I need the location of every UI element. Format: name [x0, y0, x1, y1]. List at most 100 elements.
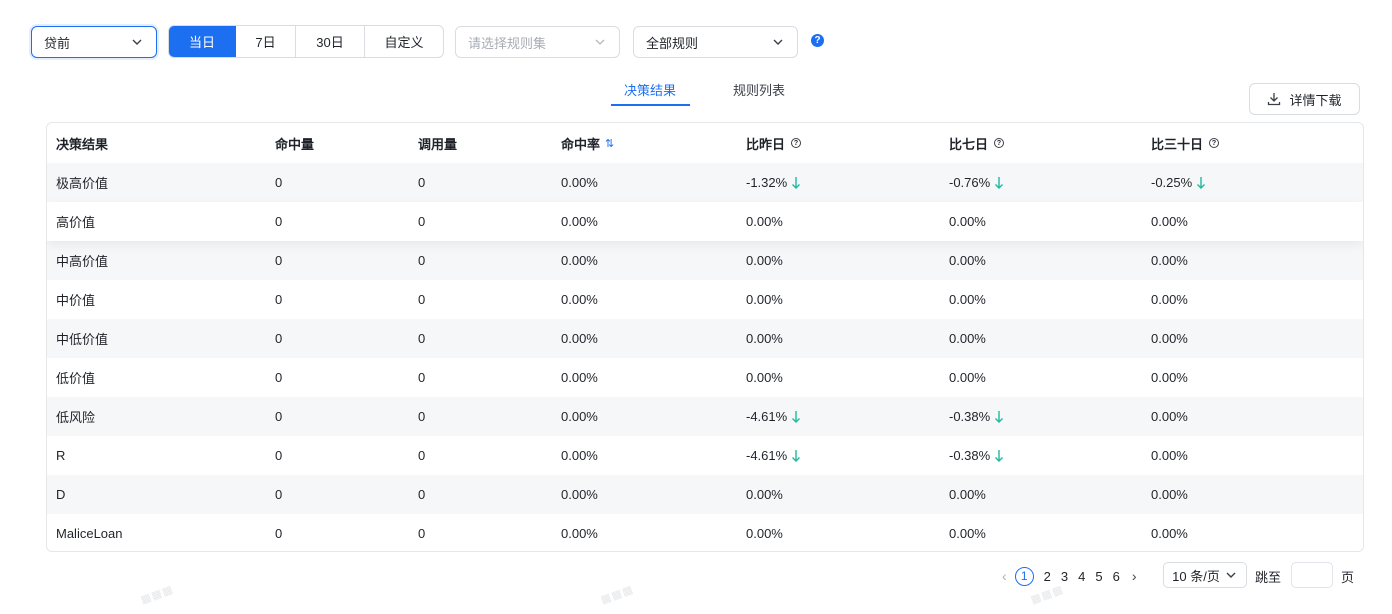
table-cell-value: -1.32%	[746, 175, 788, 190]
table-row: 高价值 0 0 0.00% 0.00% 0.00% 0.00%	[47, 202, 1363, 241]
table-cell: -4.61%	[746, 436, 801, 475]
rule-select-value: 全部规则	[646, 35, 699, 51]
table-cell-value: 0.00%	[949, 214, 986, 229]
arrow-down-icon	[791, 449, 801, 463]
table-cell: 0.00%	[949, 241, 986, 280]
table-cell-value: 0.00%	[1151, 448, 1188, 463]
table-cell: 0.00%	[561, 202, 598, 241]
table-cell-value: 中低价值	[56, 332, 109, 347]
table-cell-value: 0.00%	[561, 526, 598, 541]
table-cell-value: 高价值	[56, 215, 96, 230]
chevron-down-icon	[593, 35, 607, 49]
tab-rule-list[interactable]: 规则列表	[733, 80, 785, 99]
table-cell: 中价值	[56, 280, 95, 319]
arrow-down-icon	[994, 410, 1004, 424]
download-details-button[interactable]: 详情下载	[1249, 83, 1360, 115]
table-cell: 0	[275, 514, 282, 551]
date-range-today[interactable]: 当日	[169, 26, 236, 57]
table-row: 极高价值 0 0 0.00% -1.32% -0.76% -0.25%	[47, 163, 1363, 202]
table-cell-value: 0.00%	[949, 526, 986, 541]
stage-select[interactable]: 贷前	[31, 26, 157, 58]
table-cell-value: -0.25%	[1151, 175, 1193, 190]
table-cell-value: 0.00%	[561, 409, 598, 424]
chevron-left-icon[interactable]: ‹	[1002, 568, 1007, 584]
table-cell-value: 中价值	[56, 293, 96, 308]
table-cell-value: 0.00%	[1151, 526, 1188, 541]
table-cell-value: 0.00%	[561, 214, 598, 229]
tab-decision-result[interactable]: 决策结果	[624, 80, 676, 99]
column-header-label: 命中率	[561, 136, 601, 152]
table-row: 低风险 0 0 0.00% -4.61% -0.38% 0.00%	[47, 397, 1363, 436]
table-cell: 中低价值	[56, 319, 108, 358]
table-cell: 0.00%	[561, 319, 598, 358]
sort-icon[interactable]: ⇅	[605, 137, 614, 150]
table-row: 中高价值 0 0 0.00% 0.00% 0.00% 0.00%	[47, 241, 1363, 280]
page-1[interactable]: 1	[1014, 566, 1034, 586]
chevron-down-icon	[1224, 568, 1238, 582]
table-cell: 0	[418, 358, 425, 397]
table-cell-value: 0	[275, 448, 283, 463]
info-circle-icon[interactable]: ?	[994, 138, 1005, 148]
page-5[interactable]: 5	[1095, 569, 1102, 584]
page-suffix-label: 页	[1341, 569, 1355, 585]
date-range-segmented: 当日 7日 30日 自定义	[168, 25, 444, 58]
column-header-label: 命中量	[275, 136, 315, 152]
table-cell: 0.00%	[1151, 319, 1188, 358]
table-cell: 0	[275, 202, 282, 241]
jump-label: 跳至	[1255, 569, 1282, 585]
info-circle-icon[interactable]: ?	[1209, 138, 1220, 148]
column-header[interactable]: 命中率 ⇅	[561, 123, 614, 163]
table-cell: 0.00%	[561, 436, 598, 475]
question-circle-icon[interactable]: ?	[811, 34, 824, 47]
column-header: 比三十日?	[1151, 123, 1220, 163]
table-cell: 0	[418, 202, 425, 241]
page-3[interactable]: 3	[1061, 569, 1068, 584]
table-cell: 0.00%	[949, 475, 986, 514]
chevron-right-icon[interactable]: ›	[1132, 568, 1137, 584]
page-4[interactable]: 4	[1078, 569, 1085, 584]
table-cell: 极高价值	[56, 163, 108, 202]
table-cell: 0.00%	[949, 514, 986, 551]
table-cell-value: 0.00%	[949, 253, 986, 268]
table-cell: 0	[418, 241, 425, 280]
table-cell-value: 0.00%	[746, 292, 783, 307]
table-cell-value: R	[56, 448, 66, 463]
table-cell-value: 0.00%	[949, 331, 986, 346]
jump-page-input[interactable]	[1291, 562, 1333, 588]
ruleset-select-placeholder: 请选择规则集	[468, 35, 547, 51]
page-size-select[interactable]: 10 条/页	[1163, 562, 1247, 588]
table-cell: 0.00%	[949, 202, 986, 241]
table-cell-value: 0.00%	[746, 214, 783, 229]
table-cell-value: 0.00%	[561, 448, 598, 463]
page-2[interactable]: 2	[1044, 569, 1051, 584]
table-cell: -0.76%	[949, 163, 1004, 202]
pagination: ‹ 1 2 3 4 5 6 ›	[1002, 563, 1137, 589]
ruleset-select[interactable]: 请选择规则集	[455, 26, 620, 58]
table-cell: 0.00%	[561, 475, 598, 514]
table-cell: 0.00%	[561, 241, 598, 280]
column-header: 决策结果	[56, 123, 108, 163]
table-row: 中价值 0 0 0.00% 0.00% 0.00% 0.00%	[47, 280, 1363, 319]
date-range-custom[interactable]: 自定义	[365, 26, 443, 57]
table-cell: 0.00%	[1151, 475, 1188, 514]
info-circle-icon[interactable]: ?	[791, 138, 802, 148]
table-cell-value: 0	[418, 253, 426, 268]
column-header: 调用量	[418, 123, 457, 163]
table-cell-value: 0.00%	[746, 253, 783, 268]
arrow-down-icon	[1196, 176, 1206, 190]
table-cell: -0.38%	[949, 397, 1004, 436]
table-header: 决策结果 命中量 调用量 命中率 ⇅ 比昨日? 比七日? 比三十日?	[47, 123, 1363, 163]
column-header: 比七日?	[949, 123, 1005, 163]
table-cell-value: 0	[418, 370, 426, 385]
table-cell: 0	[418, 163, 425, 202]
table-cell: -0.25%	[1151, 163, 1206, 202]
date-range-30d[interactable]: 30日	[296, 26, 365, 57]
date-range-7d[interactable]: 7日	[236, 26, 296, 57]
table-cell: 0	[418, 397, 425, 436]
page-6[interactable]: 6	[1113, 569, 1120, 584]
rule-select[interactable]: 全部规则	[633, 26, 798, 58]
table-cell-value: 0.00%	[949, 292, 986, 307]
table-cell-value: 0	[275, 253, 283, 268]
table-cell: 0	[418, 280, 425, 319]
table-row: 低价值 0 0 0.00% 0.00% 0.00% 0.00%	[47, 358, 1363, 397]
